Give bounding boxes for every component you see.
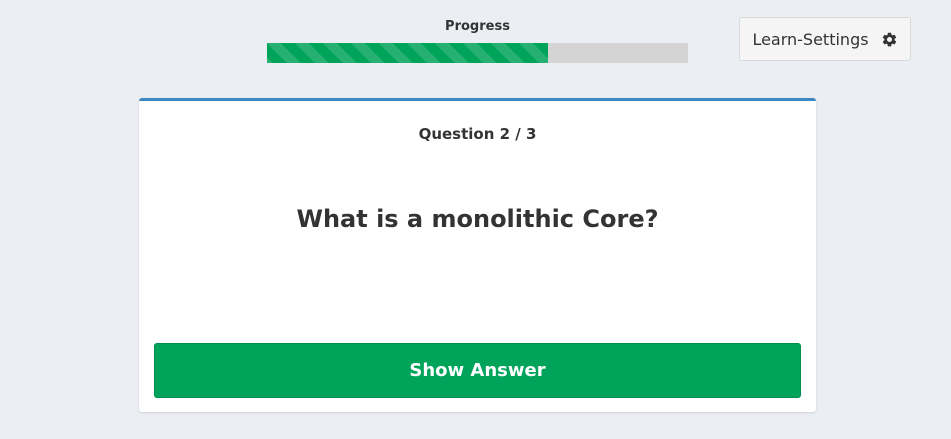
progress-section: Progress bbox=[267, 18, 688, 63]
learn-settings-label: Learn-Settings bbox=[752, 29, 869, 49]
progress-bar-fill bbox=[267, 43, 548, 63]
progress-label: Progress bbox=[445, 19, 510, 34]
question-text: What is a monolithic Core? bbox=[296, 205, 659, 233]
show-answer-button[interactable]: Show Answer bbox=[154, 343, 801, 398]
learn-settings-button[interactable]: Learn-Settings bbox=[739, 17, 911, 61]
progress-bar bbox=[267, 43, 688, 63]
gear-icon bbox=[882, 32, 896, 46]
question-card: Question 2 / 3 What is a monolithic Core… bbox=[139, 98, 816, 412]
question-counter: Question 2 / 3 bbox=[418, 125, 537, 143]
